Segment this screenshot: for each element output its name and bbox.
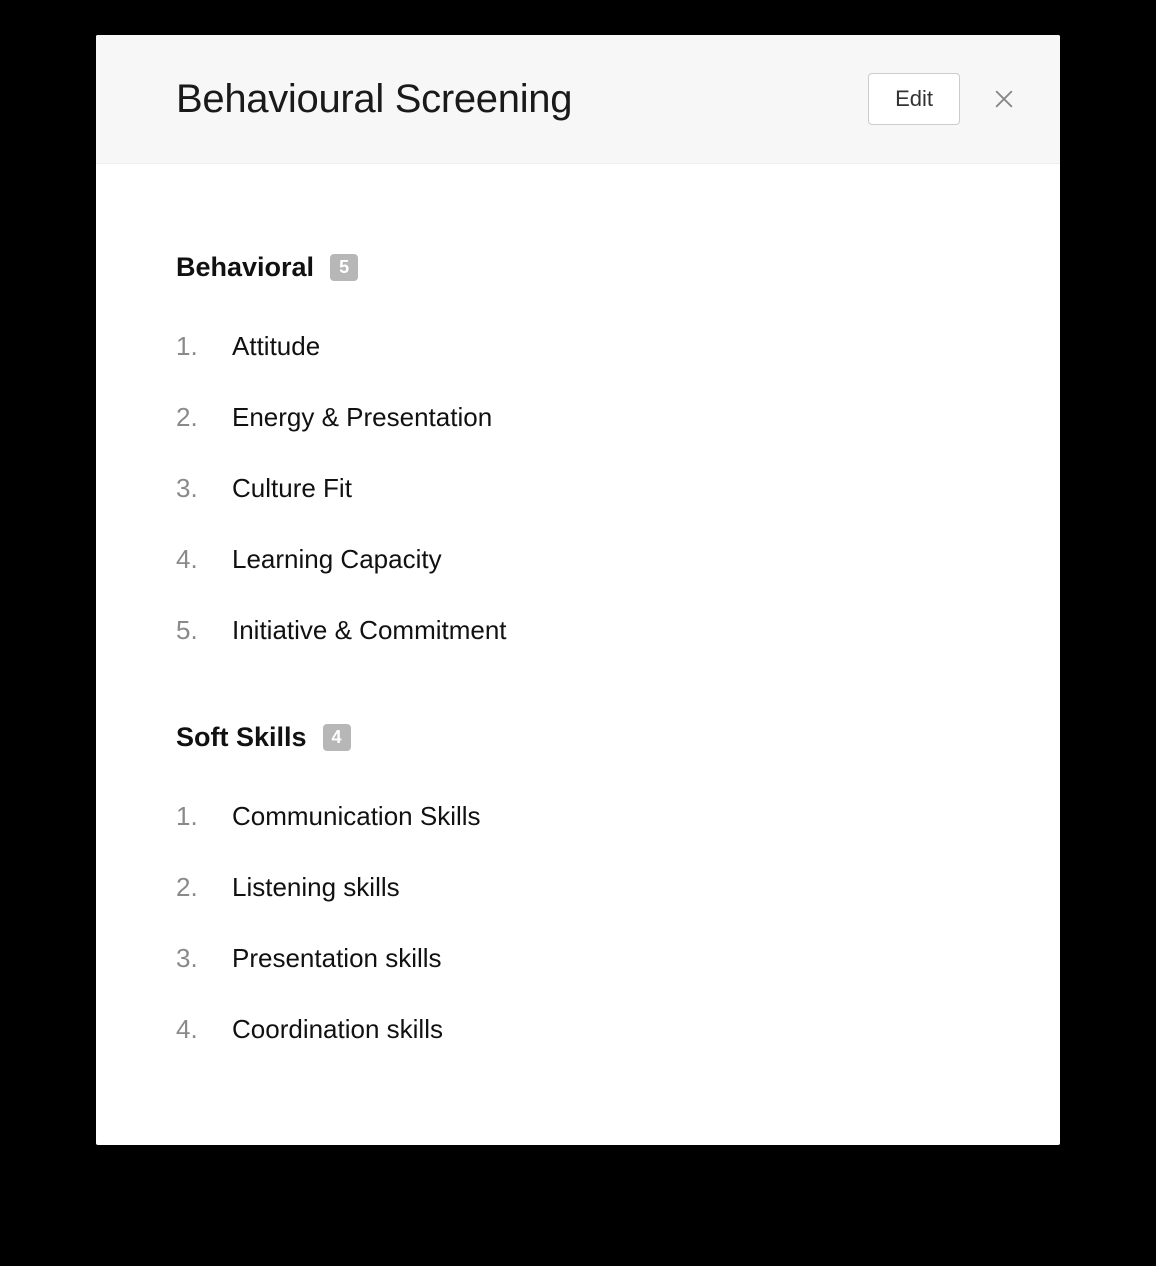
item-list: 1. Attitude 2. Energy & Presentation 3. …	[176, 311, 980, 666]
list-item: 5. Initiative & Commitment	[176, 595, 980, 666]
item-label: Presentation skills	[232, 943, 442, 974]
list-item: 3. Presentation skills	[176, 923, 980, 994]
item-number: 3.	[176, 943, 232, 974]
item-list: 1. Communication Skills 2. Listening ski…	[176, 781, 980, 1065]
item-label: Listening skills	[232, 872, 400, 903]
list-item: 4. Learning Capacity	[176, 524, 980, 595]
item-label: Initiative & Commitment	[232, 615, 507, 646]
item-label: Culture Fit	[232, 473, 352, 504]
item-label: Coordination skills	[232, 1014, 443, 1045]
list-item: 3. Culture Fit	[176, 453, 980, 524]
count-badge: 4	[323, 724, 351, 751]
list-item: 4. Coordination skills	[176, 994, 980, 1065]
item-label: Communication Skills	[232, 801, 481, 832]
panel-header: Behavioural Screening Edit	[96, 35, 1060, 164]
item-label: Energy & Presentation	[232, 402, 492, 433]
item-number: 2.	[176, 872, 232, 903]
section-soft-skills: Soft Skills 4 1. Communication Skills 2.…	[176, 722, 980, 1065]
item-number: 4.	[176, 544, 232, 575]
count-badge: 5	[330, 254, 358, 281]
item-number: 1.	[176, 801, 232, 832]
section-title: Behavioral	[176, 252, 314, 283]
section-header: Behavioral 5	[176, 252, 980, 283]
panel-body: Behavioral 5 1. Attitude 2. Energy & Pre…	[96, 164, 1060, 1145]
item-number: 5.	[176, 615, 232, 646]
panel-title: Behavioural Screening	[176, 77, 868, 122]
section-behavioral: Behavioral 5 1. Attitude 2. Energy & Pre…	[176, 252, 980, 666]
list-item: 2. Listening skills	[176, 852, 980, 923]
item-number: 2.	[176, 402, 232, 433]
close-icon[interactable]	[990, 85, 1018, 113]
item-number: 1.	[176, 331, 232, 362]
item-label: Attitude	[232, 331, 320, 362]
section-header: Soft Skills 4	[176, 722, 980, 753]
screening-panel: Behavioural Screening Edit Behavioral 5 …	[96, 35, 1060, 1145]
edit-button[interactable]: Edit	[868, 73, 960, 125]
list-item: 1. Communication Skills	[176, 781, 980, 852]
list-item: 2. Energy & Presentation	[176, 382, 980, 453]
item-number: 4.	[176, 1014, 232, 1045]
item-label: Learning Capacity	[232, 544, 442, 575]
item-number: 3.	[176, 473, 232, 504]
section-title: Soft Skills	[176, 722, 307, 753]
list-item: 1. Attitude	[176, 311, 980, 382]
